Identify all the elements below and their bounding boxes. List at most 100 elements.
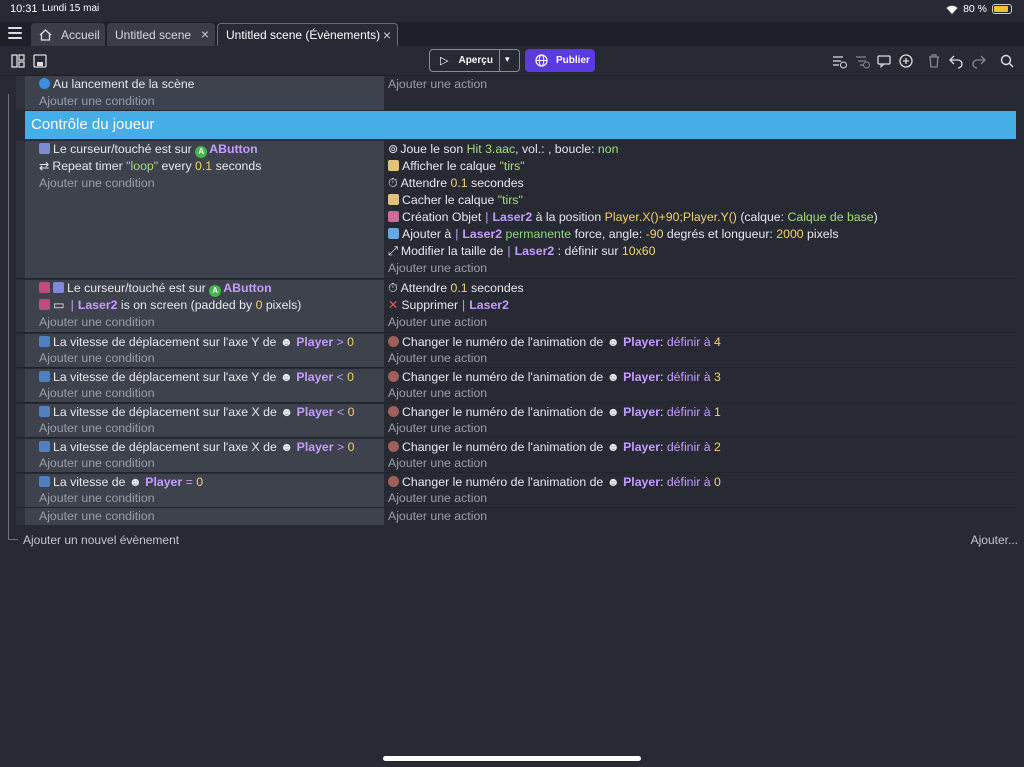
timer-icon: ⏱ (388, 281, 398, 295)
condition[interactable]: Le curseur/touché est sur A AButton (39, 280, 272, 297)
event-anim[interactable]: La vitesse de déplacement sur l'axe X de… (16, 404, 1016, 437)
menu-icon[interactable] (8, 27, 22, 39)
preview-button[interactable]: ▷ Aperçu ▾ (429, 49, 520, 72)
delete-icon: ✕ (388, 298, 399, 312)
condition[interactable]: La vitesse de déplacement sur l'axe X de… (39, 404, 354, 421)
add-condition[interactable]: Ajouter une condition (39, 490, 155, 507)
action[interactable]: ⤢ Modifier la taille de | Laser2 : définir … (388, 243, 655, 260)
condition[interactable]: Au lancement de la scène (39, 76, 195, 93)
action[interactable]: Ajouter à | Laser2 permanente force, angle… (388, 226, 839, 243)
action[interactable]: ⊚ Joue le son Hit 3.aac, vol.: , boucle: … (388, 141, 618, 158)
add-icon[interactable] (898, 53, 914, 69)
add-new-event-button[interactable]: Ajouter un nouvel évènement (23, 533, 179, 547)
add-action[interactable]: Ajouter une action (388, 385, 487, 402)
search-icon[interactable] (999, 53, 1015, 69)
action[interactable]: Changer le numéro de l'animation de ☻ Pl… (388, 474, 721, 491)
action[interactable]: Cacher le calque "tirs" (388, 192, 523, 209)
chevron-down-icon[interactable]: ▾ (505, 54, 510, 65)
action[interactable]: ✕ Supprimer | Laser2 (388, 297, 509, 314)
close-icon[interactable]: × (201, 26, 209, 42)
cursor-icon (39, 143, 50, 154)
cursor-icon (53, 282, 64, 293)
globe-icon (535, 54, 548, 67)
add-action[interactable]: Ajouter une action (388, 76, 487, 93)
add-action[interactable]: Ajouter une action (388, 508, 487, 525)
add-condition[interactable]: Ajouter une condition (39, 314, 155, 331)
condition[interactable]: La vitesse de déplacement sur l'axe Y de… (39, 369, 354, 386)
animation-icon (388, 371, 399, 382)
action[interactable]: ⏱ Attendre 0.1 secondes (388, 280, 524, 297)
player-icon: ☻ (606, 405, 620, 419)
abutton-icon: A (209, 285, 222, 297)
invert-icon (39, 282, 50, 293)
event-delete-laser[interactable]: Le curseur/touché est sur A AButton ▭ | Las… (16, 280, 1016, 332)
abutton-icon: A (195, 146, 208, 158)
condition[interactable]: La vitesse de déplacement sur l'axe Y de… (39, 334, 354, 351)
conditions: Le curseur/touché est sur A AButton ▭ | Las… (16, 280, 384, 332)
condition[interactable]: La vitesse de ☻ Player = 0 (39, 474, 203, 491)
action[interactable]: Changer le numéro de l'animation de ☻ Pl… (388, 334, 721, 351)
action[interactable]: Afficher le calque "tirs" (388, 158, 525, 175)
player-icon: ☻ (280, 440, 294, 454)
redo-icon[interactable] (971, 53, 987, 69)
add-condition[interactable]: Ajouter une condition (39, 420, 155, 437)
add-condition[interactable]: Ajouter une condition (39, 93, 155, 110)
tab-accueil[interactable]: Accueil (31, 23, 105, 46)
tab-label: Untitled scene (Évènements) (226, 28, 381, 42)
condition[interactable]: ⇄ Repeat timer "loop" every 0.1 seconds (39, 158, 261, 175)
tab-untitled-scene-events[interactable]: Untitled scene (Évènements) × (217, 23, 398, 46)
add-condition[interactable]: Ajouter une condition (39, 175, 155, 192)
add-condition[interactable]: Ajouter une condition (39, 385, 155, 402)
movement-icon (39, 371, 50, 382)
condition[interactable]: La vitesse de déplacement sur l'axe X de… (39, 439, 354, 456)
screen-icon: ▭ (53, 298, 65, 312)
player-icon: ☻ (280, 405, 294, 419)
action[interactable]: Changer le numéro de l'animation de ☻ Pl… (388, 369, 721, 386)
add-action[interactable]: Ajouter une action (388, 455, 487, 472)
add-condition[interactable]: Ajouter une condition (39, 508, 155, 525)
actions: ⏱ Attendre 0.1 secondes ✕ Supprimer | Laser2… (388, 280, 1016, 332)
player-icon: ☻ (606, 370, 620, 384)
event-anim[interactable]: La vitesse de ☻ Player = 0 Ajouter une c… (16, 474, 1016, 507)
movement-icon (39, 336, 50, 347)
add-action[interactable]: Ajouter une action (388, 420, 487, 437)
add-more-button[interactable]: Ajouter... (971, 533, 1018, 547)
action[interactable]: Création Objet | Laser2 à la position Play… (388, 209, 878, 226)
action[interactable]: ⏱ Attendre 0.1 secondes (388, 175, 524, 192)
add-action[interactable]: Ajouter une action (388, 314, 487, 331)
event-scene-start[interactable]: Au lancement de la scène Ajouter une con… (16, 76, 1016, 110)
event-empty[interactable]: Ajouter une condition Ajouter une action (16, 508, 1016, 525)
preview-label: Aperçu (458, 55, 493, 66)
add-action[interactable]: Ajouter une action (388, 260, 487, 277)
add-action[interactable]: Ajouter une action (388, 350, 487, 367)
close-icon[interactable]: × (383, 27, 391, 43)
add-condition[interactable]: Ajouter une condition (39, 350, 155, 367)
action[interactable]: Changer le numéro de l'animation de ☻ Pl… (388, 439, 721, 456)
condition[interactable]: Le curseur/touché est sur A AButton (39, 141, 258, 158)
add-subevent-icon[interactable] (854, 53, 870, 69)
add-condition[interactable]: Ajouter une condition (39, 455, 155, 472)
tab-label: Accueil (61, 27, 100, 42)
movement-icon (39, 406, 50, 417)
add-action[interactable]: Ajouter une action (388, 490, 487, 507)
undo-icon[interactable] (948, 53, 964, 69)
resize-icon: ⤢ (388, 244, 398, 258)
repeat-icon: ⇄ (39, 159, 50, 173)
action[interactable]: Changer le numéro de l'animation de ☻ Pl… (388, 404, 721, 421)
trash-icon[interactable] (926, 53, 942, 69)
event-anim[interactable]: La vitesse de déplacement sur l'axe X de… (16, 439, 1016, 472)
publish-label: Publier (556, 55, 590, 66)
panels-icon[interactable] (10, 53, 26, 69)
home-indicator[interactable] (383, 756, 641, 761)
save-icon[interactable] (32, 53, 48, 69)
event-anim[interactable]: La vitesse de déplacement sur l'axe Y de… (16, 334, 1016, 367)
publish-button[interactable]: Publier (525, 49, 595, 72)
comment-icon[interactable] (876, 53, 892, 69)
add-event-icon[interactable] (831, 53, 847, 69)
event-fire[interactable]: Le curseur/touché est sur A AButton ⇄ Repe… (16, 141, 1016, 278)
event-anim[interactable]: La vitesse de déplacement sur l'axe Y de… (16, 369, 1016, 402)
condition[interactable]: ▭ | Laser2 is on screen (padded by 0 pixel… (39, 297, 301, 314)
animation-icon (388, 441, 399, 452)
group-header[interactable]: Contrôle du joueur (25, 111, 1016, 139)
tab-untitled-scene[interactable]: Untitled scene × (107, 23, 215, 46)
